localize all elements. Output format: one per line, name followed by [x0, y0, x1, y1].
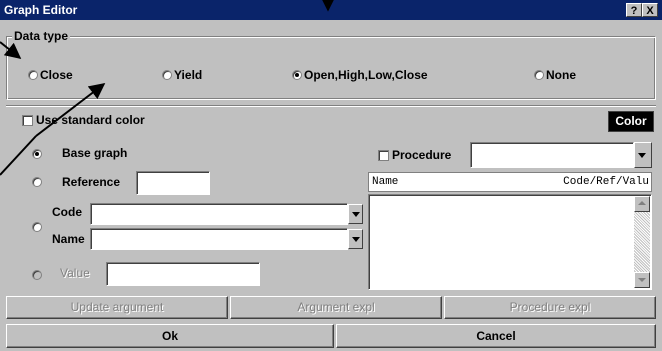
- arrow-base-graph: [0, 135, 37, 176]
- arrow-data-type: [0, 41, 22, 59]
- arrow-close-option: [35, 83, 106, 137]
- annotation-arrows: [0, 0, 336, 176]
